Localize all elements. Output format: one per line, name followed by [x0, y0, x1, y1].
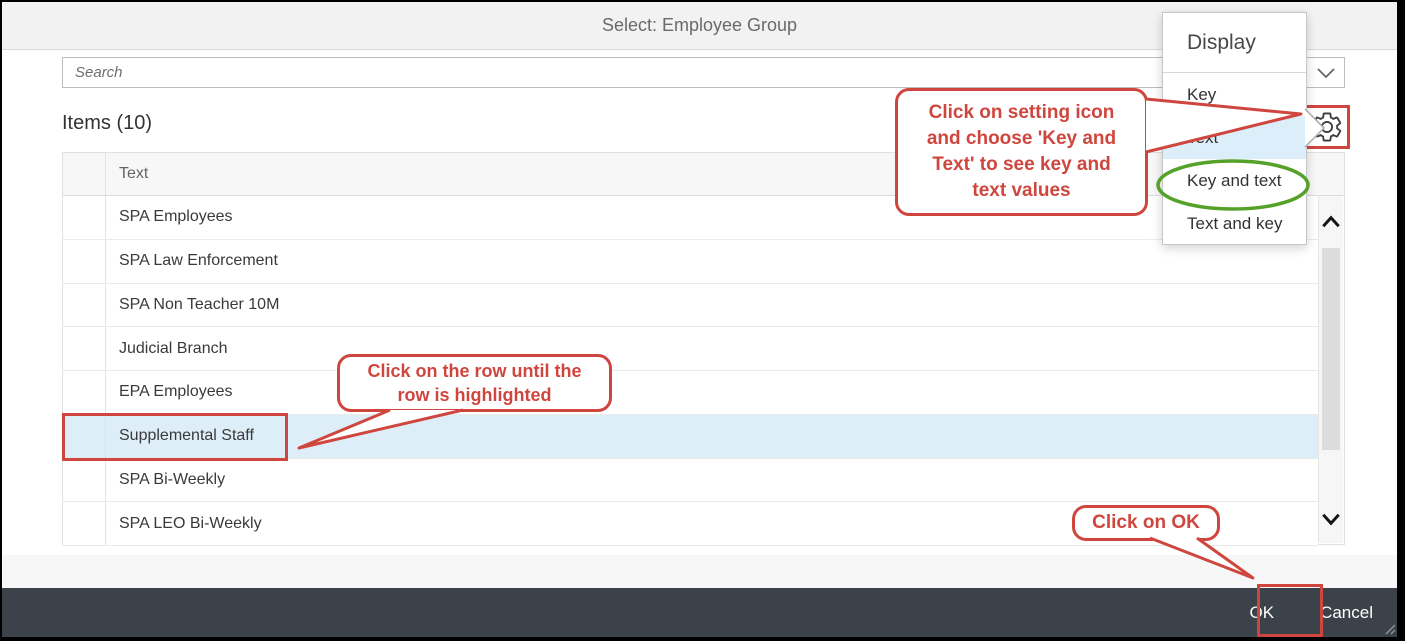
dialog-footer: OK Cancel: [2, 588, 1397, 637]
table-row[interactable]: SPA Bi-Weekly: [63, 459, 1318, 503]
row-label: SPA Non Teacher 10M: [106, 284, 1318, 327]
employee-group-table: Text SPA Employees SPA Law Enforcement S…: [62, 152, 1345, 545]
menu-item-key[interactable]: Key: [1163, 73, 1306, 116]
page-title: Select: Employee Group: [602, 15, 797, 36]
row-label: SPA Law Enforcement: [106, 240, 1318, 283]
menu-item-key-and-text[interactable]: Key and text: [1163, 159, 1306, 202]
scroll-down-button[interactable]: [1319, 509, 1343, 529]
chevron-up-icon: [1319, 212, 1343, 232]
footer-gap: [2, 555, 1397, 588]
menu-item-text-and-key[interactable]: Text and key: [1163, 203, 1306, 246]
callout-ok: Click on OK: [1072, 505, 1220, 541]
screenshot-frame: Select: Employee Group Items (10) Text S…: [0, 0, 1405, 641]
row-label: SPA Bi-Weekly: [106, 459, 1318, 502]
table-scrollbar[interactable]: [1318, 196, 1343, 543]
row-label: Judicial Branch: [106, 327, 1318, 370]
table-row[interactable]: Judicial Branch: [63, 327, 1318, 371]
items-count-label: Items (10): [62, 112, 152, 135]
row-label: EPA Employees: [106, 371, 1318, 414]
annotation-box-selected-row: [62, 413, 288, 461]
chevron-down-icon: [1316, 67, 1336, 79]
search-dropdown-button[interactable]: [1306, 57, 1345, 88]
callout-row: Click on the row until the row is highli…: [337, 354, 612, 412]
annotation-box-ok: [1257, 584, 1323, 637]
selector-column-header: [63, 153, 106, 195]
scrollbar-thumb[interactable]: [1322, 248, 1340, 450]
table-row[interactable]: SPA Non Teacher 10M: [63, 284, 1318, 328]
table-row[interactable]: EPA Employees: [63, 371, 1318, 415]
annotation-box-settings: [1302, 105, 1350, 149]
table-header-row: Text: [63, 153, 1344, 196]
scroll-up-button[interactable]: [1319, 212, 1343, 232]
menu-item-text[interactable]: Text: [1163, 116, 1306, 159]
callout-settings: Click on setting icon and choose 'Key an…: [895, 88, 1148, 216]
display-options-menu: Display Key Text Key and text Text and k…: [1162, 12, 1307, 245]
menu-title: Display: [1163, 13, 1306, 73]
table-row[interactable]: SPA Law Enforcement: [63, 240, 1318, 284]
column-header-text: Text: [106, 153, 1344, 195]
chevron-down-icon: [1319, 509, 1343, 529]
search-input[interactable]: [62, 57, 1307, 88]
